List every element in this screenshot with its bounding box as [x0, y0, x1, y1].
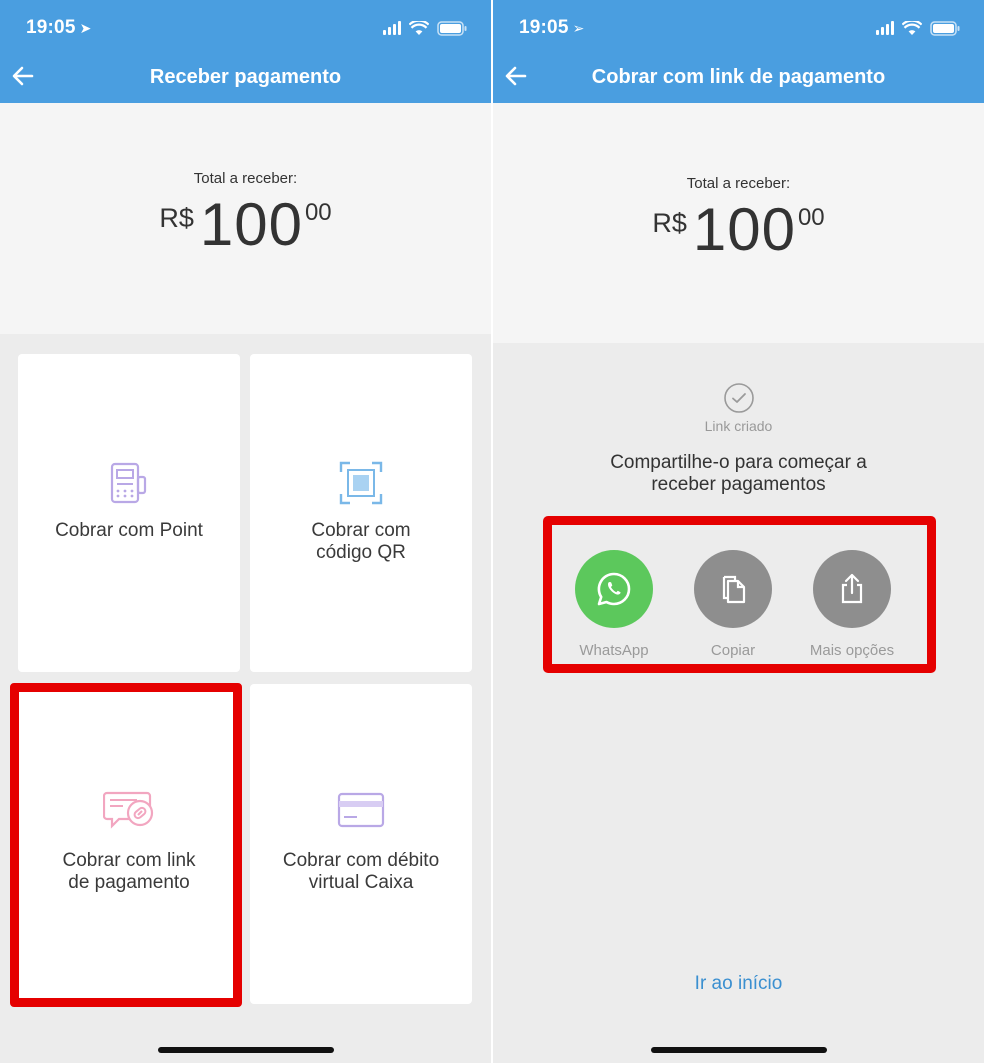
share-message-line1: Compartilhe-o para começar a [610, 452, 867, 473]
whatsapp-share-button[interactable]: WhatsApp [566, 550, 662, 659]
cellular-signal-icon [383, 21, 401, 35]
battery-icon [930, 20, 960, 36]
option-label: Cobrar com Point [18, 520, 240, 542]
option-label: Cobrar com código QR [250, 520, 472, 564]
option-label-line2: virtual Caixa [308, 872, 414, 893]
whatsapp-label: WhatsApp [579, 642, 649, 659]
share-options-highlight: WhatsApp Copiar Mais opções [543, 516, 936, 673]
status-bar-time: 19:05 ➢ [519, 17, 585, 39]
copy-button[interactable]: Copiar [685, 550, 781, 659]
total-label: Total a receber: [193, 170, 298, 187]
amount-integer: 100 [199, 191, 303, 258]
more-options-label: Mais opções [809, 642, 895, 659]
copy-label: Copiar [710, 642, 756, 659]
page-title: Receber pagamento [149, 66, 342, 88]
status-icons [383, 19, 467, 37]
status-icons [876, 19, 960, 37]
wifi-icon [409, 20, 429, 36]
debit-card-icon [337, 790, 385, 835]
currency-symbol: R$ [652, 208, 687, 238]
amount-cents: 00 [304, 199, 332, 226]
whatsapp-icon [575, 550, 653, 628]
copy-icon [694, 550, 772, 628]
go-home-link[interactable]: Ir ao início [493, 973, 984, 995]
option-card-qr[interactable]: Cobrar com código QR [250, 354, 472, 672]
time-text: 19:05 [519, 17, 569, 38]
total-label: Total a receber: [686, 175, 791, 192]
right-screen: 19:05 ➢ Cobrar com link de pagamento Tota… [493, 0, 984, 1063]
share-message: Compartilhe-o para começar a receber pag… [493, 452, 984, 496]
amount-integer: 100 [692, 196, 796, 263]
share-icon [813, 550, 891, 628]
link-status-text: Link criado [704, 418, 773, 434]
location-arrow-icon: ➢ [572, 20, 585, 36]
qr-code-icon [338, 460, 384, 511]
share-message-line2: receber pagamentos [651, 474, 826, 495]
page-title: Cobrar com link de pagamento [591, 66, 886, 88]
total-amount: R$ 10000 [493, 200, 984, 260]
total-section: Total a receber: R$ 10000 [493, 103, 984, 343]
option-label-line2: código QR [316, 542, 406, 563]
status-bar-time: 19:05 ➤ [26, 17, 92, 39]
currency-symbol: R$ [159, 203, 194, 233]
option-card-point[interactable]: Cobrar com Point [18, 354, 240, 672]
option-label-line1: Cobrar com Point [55, 520, 203, 541]
amount-cents: 00 [797, 204, 825, 231]
check-circle-icon [723, 382, 755, 419]
point-device-icon [106, 460, 152, 511]
location-arrow-icon: ➤ [79, 20, 92, 36]
option-label-line1: Cobrar com [311, 520, 411, 541]
home-indicator[interactable] [650, 1047, 827, 1053]
cellular-signal-icon [876, 21, 894, 35]
total-section: Total a receber: R$ 10000 [0, 103, 491, 334]
more-options-button[interactable]: Mais opções [804, 550, 900, 659]
app-bar: 19:05 ➤ Receber pagamento [0, 0, 491, 103]
battery-icon [437, 20, 467, 36]
option-label: Cobrar com débito virtual Caixa [250, 850, 472, 894]
home-indicator[interactable] [157, 1047, 334, 1053]
left-screen: 19:05 ➤ Receber pagamento Total a receber… [0, 0, 491, 1063]
option-label-line1: Cobrar com débito [282, 850, 440, 871]
total-amount: R$ 10000 [0, 195, 491, 255]
option-card-debit-caixa[interactable]: Cobrar com débito virtual Caixa [250, 684, 472, 1004]
highlight-box [10, 683, 242, 1007]
wifi-icon [902, 20, 922, 36]
app-bar: 19:05 ➢ Cobrar com link de pagamento [493, 0, 984, 103]
time-text: 19:05 [26, 17, 76, 38]
